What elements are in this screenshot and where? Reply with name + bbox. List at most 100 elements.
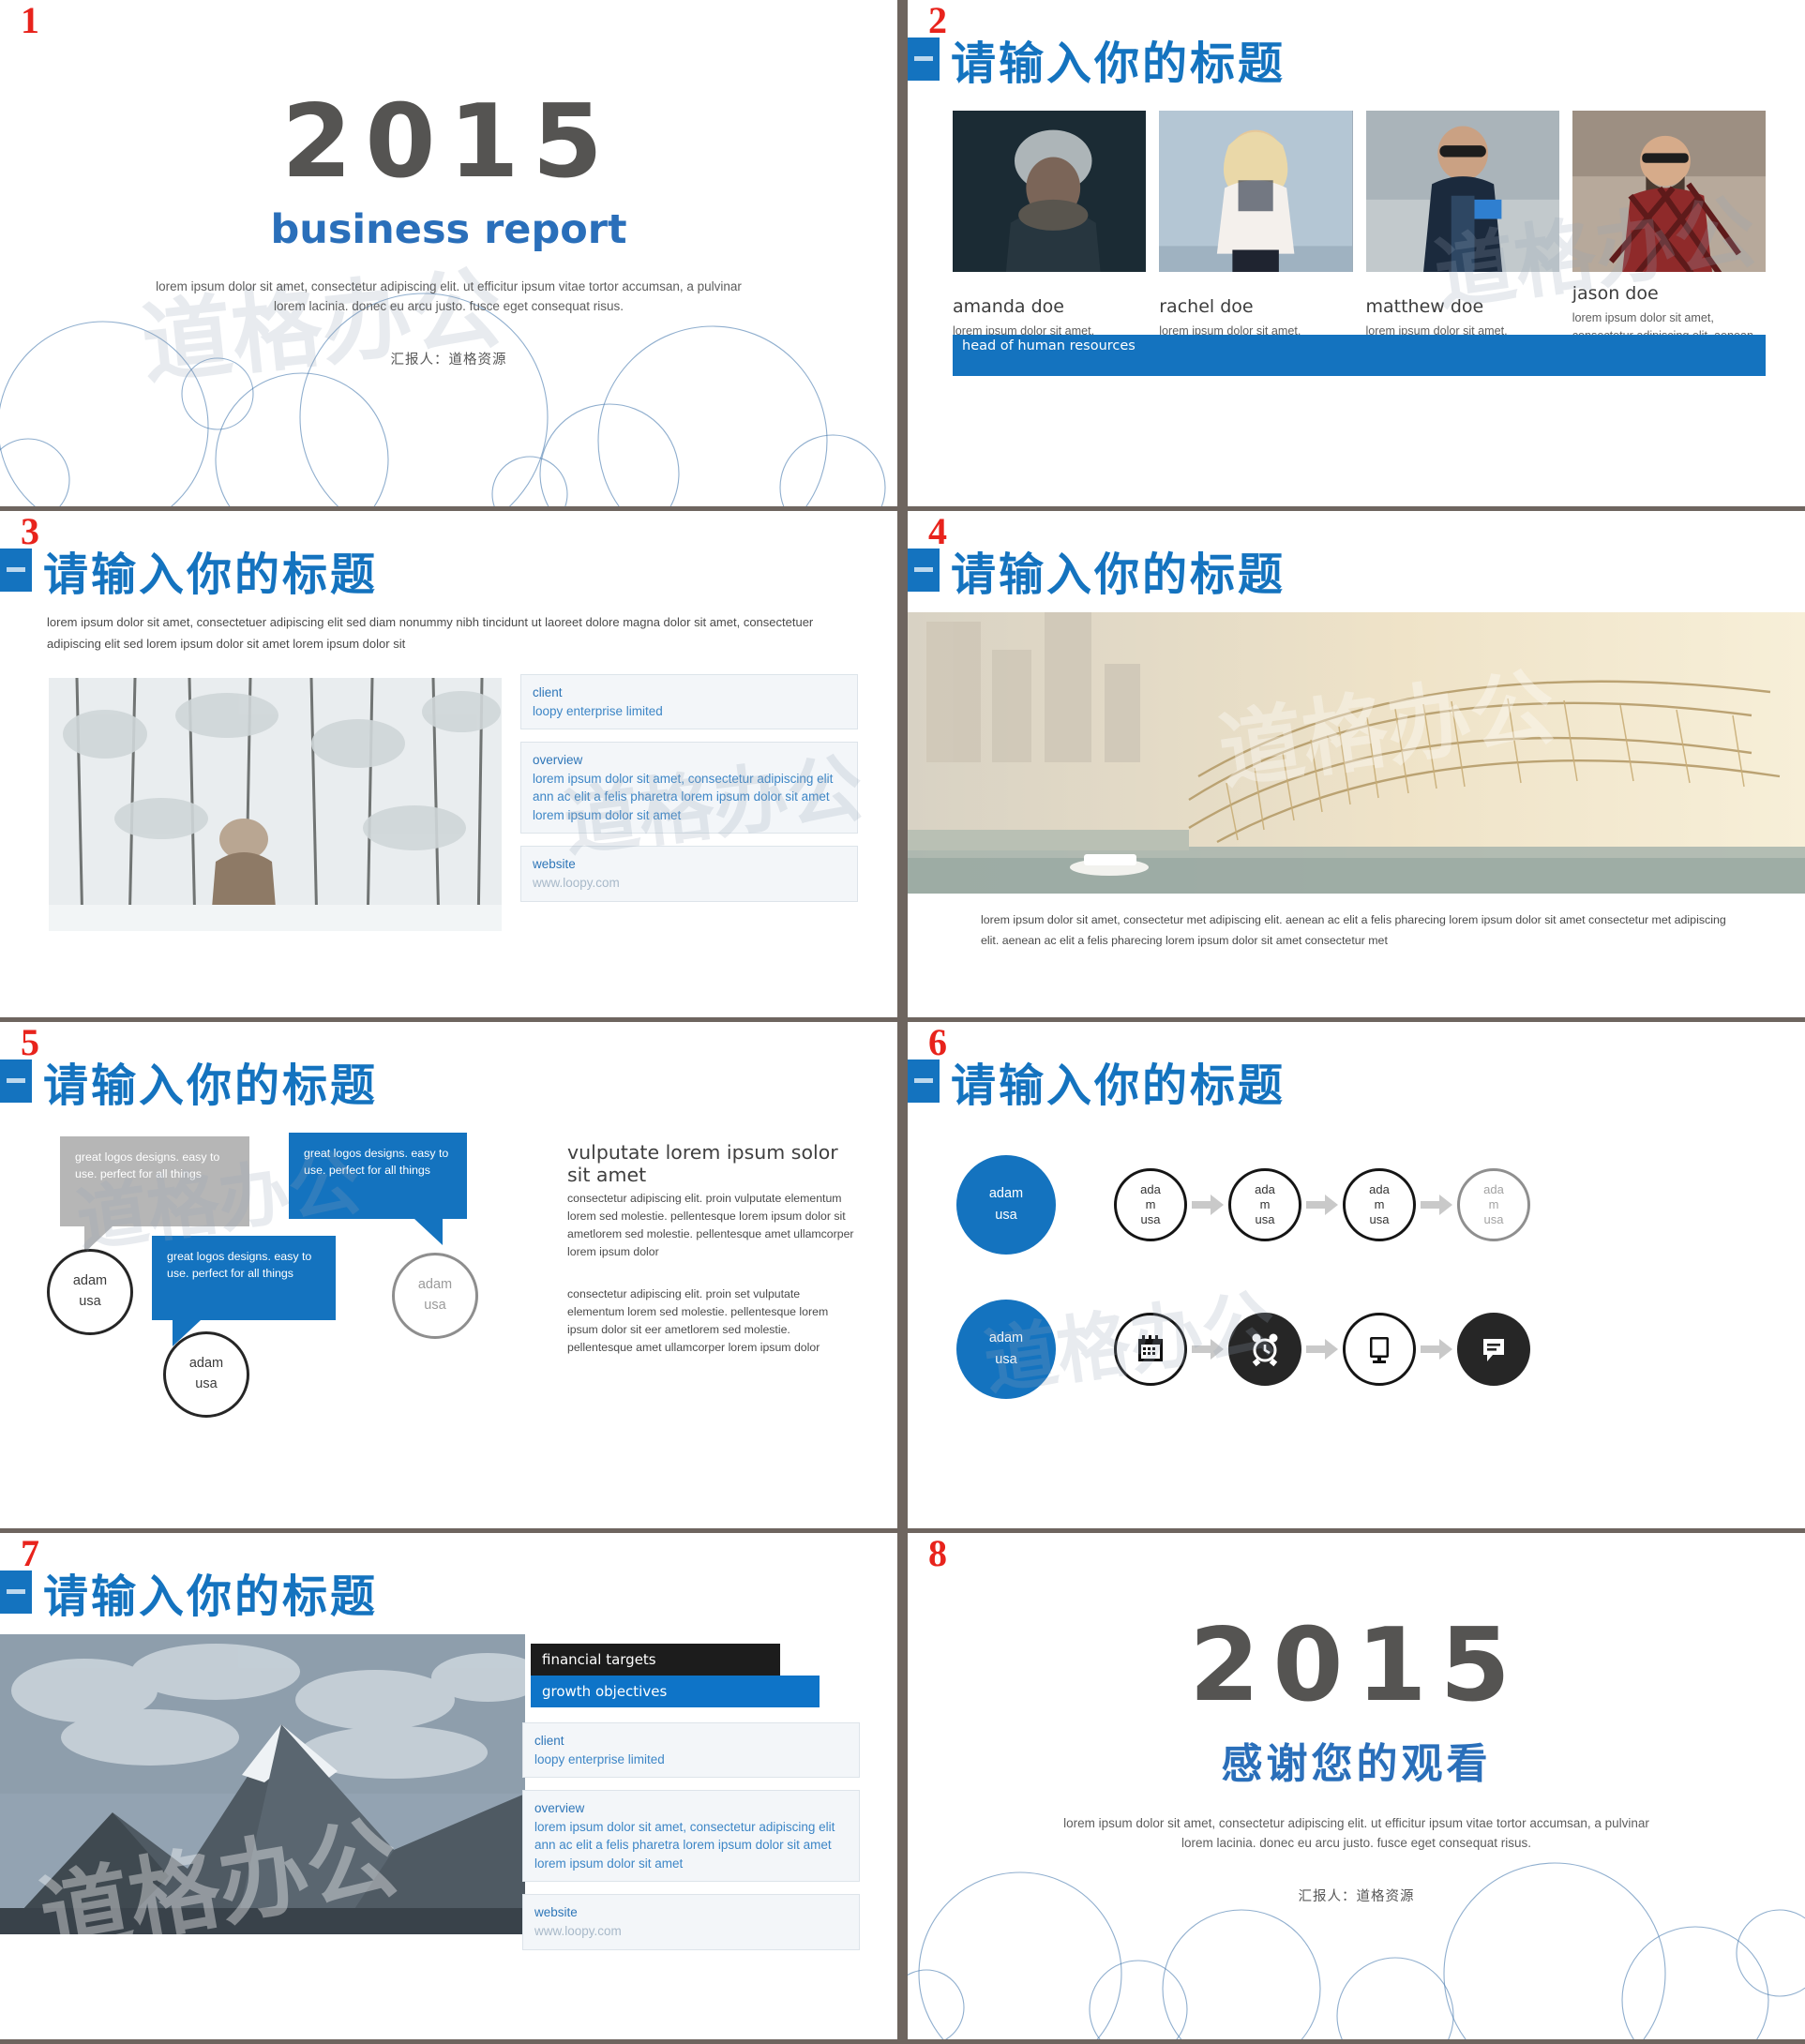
team-grid: managing director amanda doe lorem ipsum… [953, 111, 1766, 376]
flow-row-1: adam usa ada m usa ada m usa ada m usa a… [956, 1155, 1530, 1255]
bubble-text: great logos designs. easy to use. perfec… [304, 1147, 449, 1177]
slide-number-2: 2 [928, 0, 947, 41]
speech-bubble-blue: great logos designs. easy to use. perfec… [289, 1133, 467, 1245]
tag-growth-objectives: growth objectives [531, 1676, 820, 1707]
step-line-1: ada [1255, 1181, 1275, 1196]
bubble-text: great logos designs. easy to use. perfec… [167, 1250, 312, 1280]
member-photo [953, 111, 1147, 272]
lead-country: usa [995, 1208, 1017, 1223]
bubble-text: great logos designs. easy to use. perfec… [75, 1150, 220, 1180]
slide-6-header: 请输入你的标题 [908, 1048, 1805, 1123]
info-panel-overview: overview lorem ipsum dolor sit amet, con… [522, 1790, 860, 1883]
slide-number-4: 4 [928, 511, 947, 552]
avatar-circle: adam usa [163, 1331, 249, 1418]
snow-forest-photo [49, 678, 502, 931]
slide-number-6: 6 [928, 1022, 947, 1063]
lead-name: adam [988, 1330, 1024, 1345]
title-marker-icon [0, 1060, 32, 1103]
bridge-photo [908, 612, 1805, 894]
slide-8-closing: 8 2015 感谢您的观看 lorem ipsum dolor sit amet… [908, 1533, 1805, 2039]
step-line-1: ada [1369, 1181, 1390, 1196]
slide-4-title: 请输入你的标题 [951, 549, 1286, 601]
slide-grid: 1 道格办公 2015 business report lorem ipsum … [0, 0, 1805, 2044]
info-panel-website: website www.loopy.com [520, 846, 858, 902]
panel-value: lorem ipsum dolor sit amet, consectetur … [533, 771, 834, 822]
avatar-name: adam [72, 1273, 108, 1289]
slide-3-info-panels: client loopy enterprise limited overview… [520, 674, 858, 914]
slide-4-feature-image: 4 请输入你的标题 lorem ipsum dolor sit amet, co… [908, 511, 1805, 1017]
flow-step-circle: ada m usa [1228, 1168, 1301, 1241]
flow-step-circle: ada m usa [1114, 1168, 1187, 1241]
calendar-icon [1114, 1313, 1187, 1386]
speech-bubble-blue: great logos designs. easy to use. perfec… [152, 1236, 336, 1346]
flow-lead-circle: adam usa [956, 1155, 1056, 1255]
member-role: head of human resources [953, 334, 1766, 376]
arrow-right-icon [1416, 1339, 1457, 1360]
info-panel-client: client loopy enterprise limited [520, 674, 858, 730]
avatar-country: usa [424, 1298, 446, 1313]
step-line-2: m [1488, 1196, 1499, 1211]
slide-5-testimonials: 5 请输入你的标题 great logos designs. easy to u… [0, 1022, 897, 1528]
arrow-right-icon [1187, 1195, 1228, 1215]
cover-body-text: lorem ipsum dolor sit amet, consectetur … [156, 279, 742, 313]
closing-body-text: lorem ipsum dolor sit amet, consectetur … [1063, 1816, 1649, 1850]
testimonial-cluster: great logos designs. easy to use. perfec… [43, 1133, 549, 1455]
slide-6-title: 请输入你的标题 [951, 1060, 1286, 1112]
member-photo [1365, 111, 1559, 272]
slide-2-team: 2 请输入你的标题 managing direc [908, 0, 1805, 506]
step-line-2: m [1145, 1196, 1156, 1211]
slide-4-body-text: lorem ipsum dolor sit amet, consectetur … [981, 913, 1726, 948]
slide-number-5: 5 [21, 1022, 39, 1063]
avatar-name: adam [188, 1356, 224, 1372]
slide-4-header: 请输入你的标题 [908, 537, 1805, 612]
slide-5-paragraph-2: consectetur adipiscing elit. proin set v… [567, 1287, 829, 1355]
slide-2-title: 请输入你的标题 [951, 38, 1286, 90]
title-marker-icon [908, 1060, 940, 1103]
info-panel-client: client loopy enterprise limited [522, 1722, 860, 1779]
slide-number-1: 1 [21, 0, 39, 41]
step-line-2: m [1259, 1196, 1271, 1211]
panel-label: overview [533, 753, 583, 768]
panel-value: www.loopy.com [534, 1923, 622, 1938]
slide-1-cover: 1 道格办公 2015 business report lorem ipsum … [0, 0, 897, 506]
step-line-1: ada [1483, 1181, 1504, 1196]
flow-step-circle: ada m usa [1457, 1168, 1530, 1241]
arrow-right-icon [1301, 1339, 1343, 1360]
cover-subtitle: business report [270, 206, 627, 253]
closing-thanks: 感谢您的观看 [1221, 1740, 1492, 1788]
bubble-tail-icon [414, 1219, 443, 1245]
slide-number-8: 8 [928, 1533, 947, 1574]
closing-year: 2015 [1189, 1607, 1524, 1724]
slide-7-title: 请输入你的标题 [43, 1571, 379, 1623]
slide-number-7: 7 [21, 1533, 39, 1574]
slide-5-heading: vulputate lorem ipsum solor sit amet [567, 1141, 838, 1186]
panel-label: client [533, 685, 563, 699]
cover-author: 汇报人：道格资源 [390, 352, 507, 368]
closing-author: 汇报人：道格资源 [1298, 1888, 1415, 1904]
lead-name: adam [988, 1185, 1024, 1201]
slide-3-case-study: 3 请输入你的标题 lorem ipsum dolor sit amet, co… [0, 511, 897, 1017]
title-marker-icon [0, 1571, 32, 1614]
info-panel-website: website www.loopy.com [522, 1894, 860, 1950]
tag-financial-targets: financial targets [531, 1644, 780, 1676]
slide-3-lead-text: lorem ipsum dolor sit amet, consectetuer… [47, 615, 814, 651]
title-marker-icon [0, 549, 32, 592]
member-name: matthew doe [1365, 296, 1484, 317]
team-member: head of human resources jason doe lorem … [953, 111, 1766, 376]
slide-3-header: 请输入你的标题 [0, 537, 897, 612]
step-line-3: usa [1140, 1212, 1161, 1227]
slide-5-title: 请输入你的标题 [43, 1060, 379, 1112]
slide-number-3: 3 [21, 511, 39, 552]
avatar-name: adam [417, 1277, 453, 1293]
panel-value: loopy enterprise limited [534, 1751, 665, 1766]
panel-value: loopy enterprise limited [533, 703, 663, 718]
slide-6-process-flow: 6 请输入你的标题 adam usa ada m usa ada m usa a… [908, 1022, 1805, 1528]
slide-3-title: 请输入你的标题 [43, 549, 379, 601]
member-name: jason doe [1572, 283, 1659, 304]
member-photo [1572, 111, 1766, 272]
member-photo [1159, 111, 1353, 272]
member-name: amanda doe [953, 296, 1064, 317]
flow-step-circle: ada m usa [1343, 1168, 1416, 1241]
slide-5-paragraph-1: consectetur adipiscing elit. proin vulpu… [567, 1192, 854, 1259]
avatar-circle: adam usa [47, 1249, 133, 1335]
